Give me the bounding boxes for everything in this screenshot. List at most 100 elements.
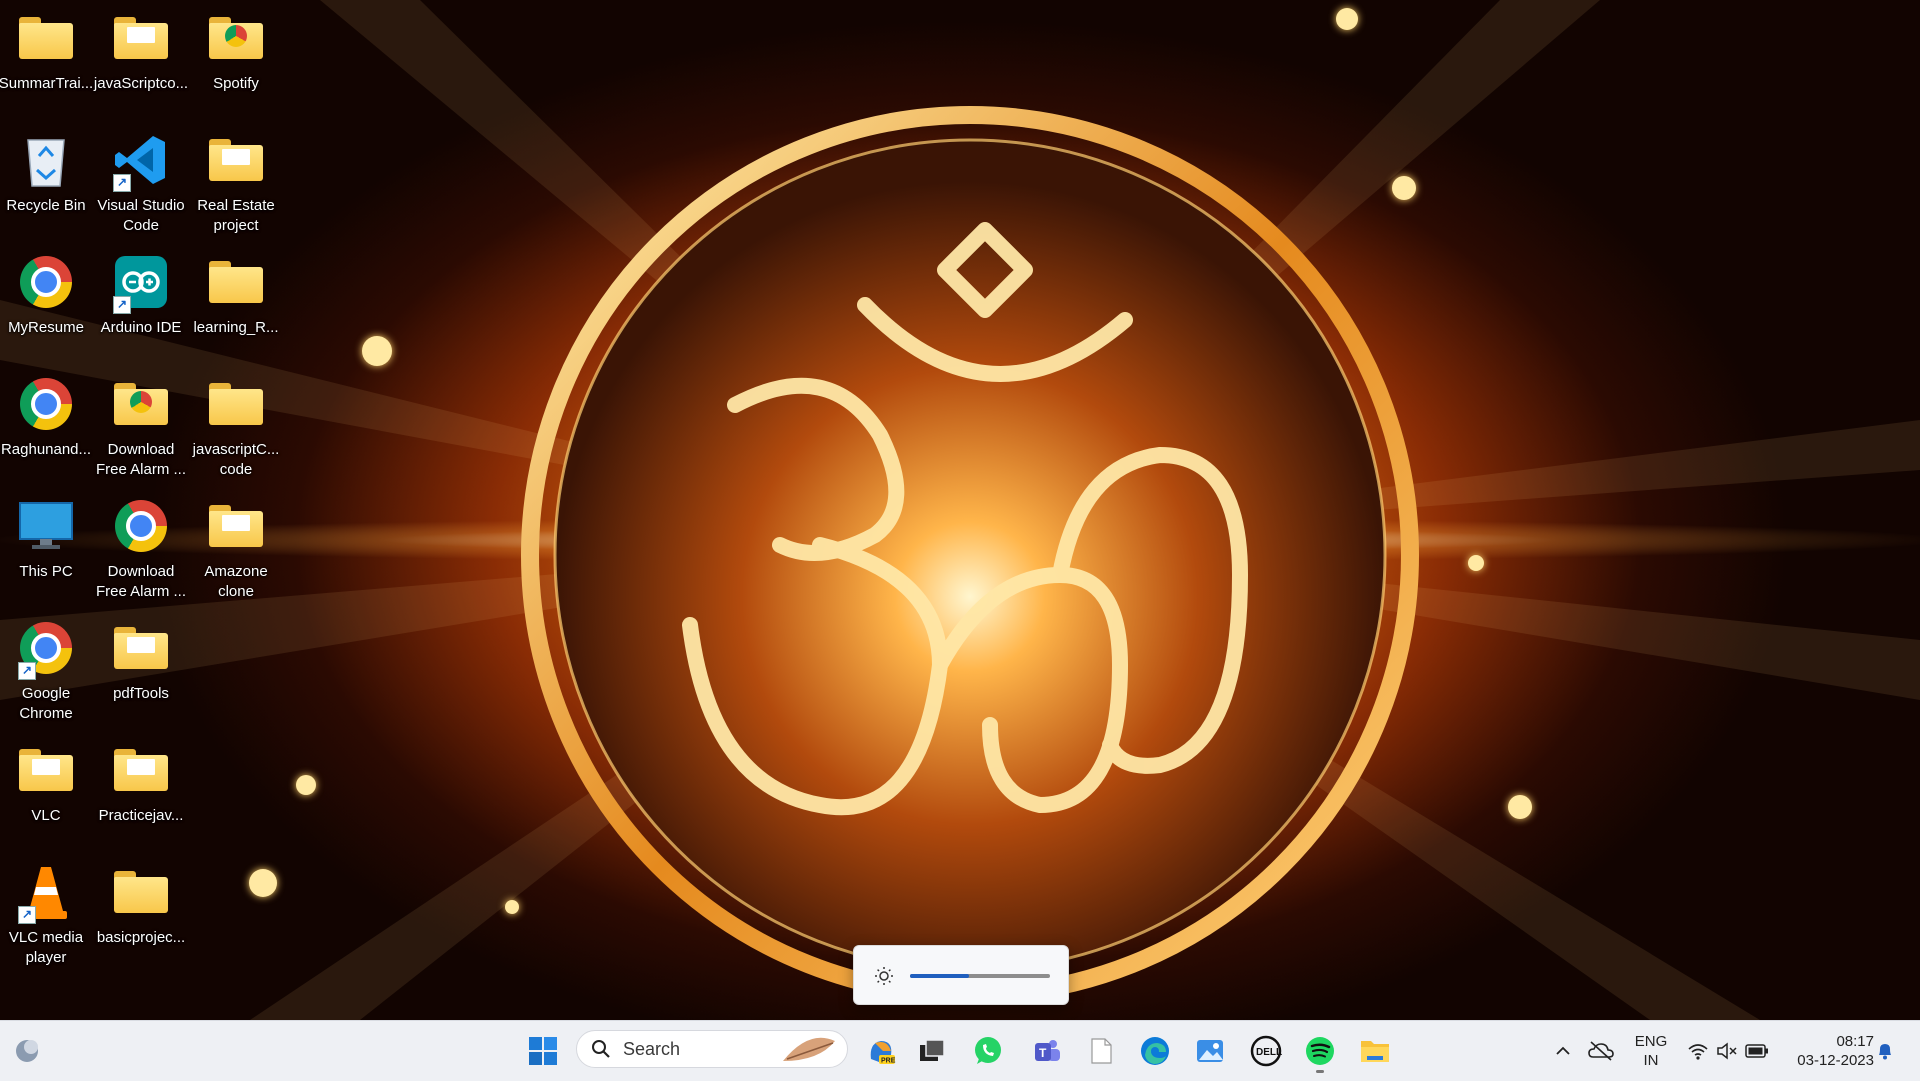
desktop-icon[interactable]: javascriptC... code	[191, 366, 281, 486]
svg-text:PRE: PRE	[881, 1058, 896, 1065]
volume-muted-icon[interactable]	[1710, 1034, 1744, 1068]
desktop-icon[interactable]: This PC	[1, 488, 91, 608]
spotify-icon[interactable]	[1303, 1034, 1337, 1068]
desktop-icon-image	[206, 130, 266, 190]
sparkle	[505, 900, 519, 914]
desktop-icon[interactable]: Download Free Alarm ...	[96, 366, 186, 486]
desktop-icon-label: VLC media player	[8, 929, 84, 966]
start-button[interactable]	[526, 1034, 560, 1068]
sparkle	[1508, 795, 1532, 819]
desktop-icon[interactable]: VLC	[1, 732, 91, 852]
desktop-icon[interactable]: Practicejav...	[96, 732, 186, 852]
desktop-icon-label: javaScriptco...	[93, 75, 189, 92]
onedrive-offline-icon[interactable]	[1584, 1034, 1618, 1068]
notepad-icon[interactable]	[1084, 1034, 1118, 1068]
desktop-icon-label: pdfTools	[113, 685, 169, 702]
folder-icon	[19, 749, 73, 791]
show-hidden-icons-chevron-icon[interactable]	[1546, 1034, 1580, 1068]
desktop-icon-image	[16, 740, 76, 800]
desktop-icon-image: ↗	[111, 252, 171, 314]
battery-icon[interactable]	[1740, 1034, 1774, 1068]
chrome-icon	[115, 500, 167, 552]
language-indicator[interactable]: ENG IN	[1628, 1032, 1674, 1070]
clock-date: 03-12-2023	[1797, 1052, 1874, 1069]
desktop-icon-image: ↗	[16, 618, 76, 680]
folder-icon	[114, 383, 168, 425]
desktop-icon-image	[16, 8, 76, 68]
desktop-icon[interactable]: ↗ VLC media player	[1, 854, 91, 974]
copilot-preview-icon[interactable]: PRE	[864, 1034, 898, 1068]
folder-icon	[114, 17, 168, 59]
desktop-icon-label: Spotify	[213, 75, 259, 92]
desktop-icon-label: VLC	[31, 807, 61, 824]
this-pc-icon	[19, 502, 73, 549]
desktop-icon[interactable]: ↗ Visual Studio Code	[96, 122, 186, 242]
whatsapp-icon[interactable]	[971, 1034, 1005, 1068]
svg-text:T: T	[1039, 1046, 1047, 1060]
shortcut-arrow-icon: ↗	[113, 296, 131, 314]
folder-icon	[19, 17, 73, 59]
svg-text:DELL: DELL	[1256, 1047, 1282, 1058]
desktop-icon-label: Download Free Alarm ...	[95, 563, 187, 600]
desktop-icon-image	[16, 374, 76, 434]
edge-icon[interactable]	[1138, 1034, 1172, 1068]
shortcut-arrow-icon: ↗	[18, 906, 36, 924]
desktop-icon-label: basicprojec...	[96, 929, 186, 946]
sparkle	[249, 869, 277, 897]
desktop-icon-label: Arduino IDE	[100, 319, 182, 336]
desktop-icon-label: Recycle Bin	[6, 197, 86, 214]
region-code: IN	[1643, 1052, 1659, 1069]
widgets-weather-icon[interactable]	[10, 1034, 44, 1068]
desktop-icon-label: Raghunand...	[0, 441, 92, 458]
desktop-icon-label: Real Estate project	[197, 197, 275, 234]
wallpaper	[0, 0, 1920, 1080]
desktop-icon[interactable]: SummarTrai...	[0, 0, 94, 120]
sparkle	[1336, 8, 1358, 30]
search-highlight-feather-icon	[783, 1037, 835, 1061]
folder-icon	[209, 139, 263, 181]
desktop-icon-label: Download Free Alarm ...	[95, 441, 187, 478]
folder-icon	[114, 627, 168, 669]
desktop-icon-label: SummarTrai...	[0, 75, 94, 92]
desktop-icon-image	[111, 8, 171, 68]
desktop-icon-label: MyResume	[8, 319, 84, 336]
desktop-icon-label: This PC	[19, 563, 73, 580]
desktop-icon-image	[206, 374, 266, 434]
photos-icon[interactable]	[1193, 1034, 1227, 1068]
teams-icon[interactable]: T	[1030, 1034, 1064, 1068]
desktop-icon-label: javascriptC... code	[192, 441, 280, 478]
desktop-icon[interactable]: pdfTools	[96, 610, 186, 730]
task-view-icon[interactable]	[915, 1034, 949, 1068]
desktop-icon[interactable]: ↗ Arduino IDE	[96, 244, 186, 364]
desktop-icon[interactable]: Amazone clone	[191, 488, 281, 608]
desktop-icon[interactable]: javaScriptco...	[93, 0, 189, 120]
desktop-icon-image	[206, 8, 266, 68]
desktop-icon-image	[111, 496, 171, 556]
desktop-icon[interactable]: Download Free Alarm ...	[96, 488, 186, 608]
clock[interactable]: 08:17 03-12-2023	[1780, 1032, 1874, 1070]
desktop-icon[interactable]: Spotify	[191, 0, 281, 120]
sparkle	[1392, 176, 1416, 200]
sparkle	[1468, 555, 1484, 571]
desktop-icon[interactable]: learning_R...	[191, 244, 281, 364]
brightness-slider[interactable]	[910, 974, 1050, 978]
dell-icon[interactable]: DELL	[1249, 1034, 1283, 1068]
taskbar-search-box[interactable]: Search	[576, 1030, 848, 1068]
desktop-icon[interactable]: Real Estate project	[191, 122, 281, 242]
folder-icon	[209, 505, 263, 547]
desktop-icon[interactable]: ↗ Google Chrome	[1, 610, 91, 730]
folder-icon	[114, 871, 168, 913]
desktop-icon[interactable]: MyResume	[1, 244, 91, 364]
desktop-icon[interactable]: basicprojec...	[96, 854, 186, 974]
notification-bell-icon[interactable]	[1868, 1034, 1902, 1068]
desktop-icon[interactable]: Recycle Bin	[1, 122, 91, 242]
desktop-icon-image: ↗	[111, 130, 171, 192]
desktop-icon-image	[16, 496, 76, 556]
desktop-icon-label: Google Chrome	[19, 685, 73, 722]
windows-logo-icon	[529, 1037, 557, 1065]
desktop-icon-label: learning_R...	[193, 319, 279, 336]
sparkle	[362, 336, 392, 366]
desktop-icon-label: Practicejav...	[98, 807, 184, 824]
desktop-icon[interactable]: Raghunand...	[1, 366, 91, 486]
file-explorer-icon[interactable]	[1358, 1034, 1392, 1068]
